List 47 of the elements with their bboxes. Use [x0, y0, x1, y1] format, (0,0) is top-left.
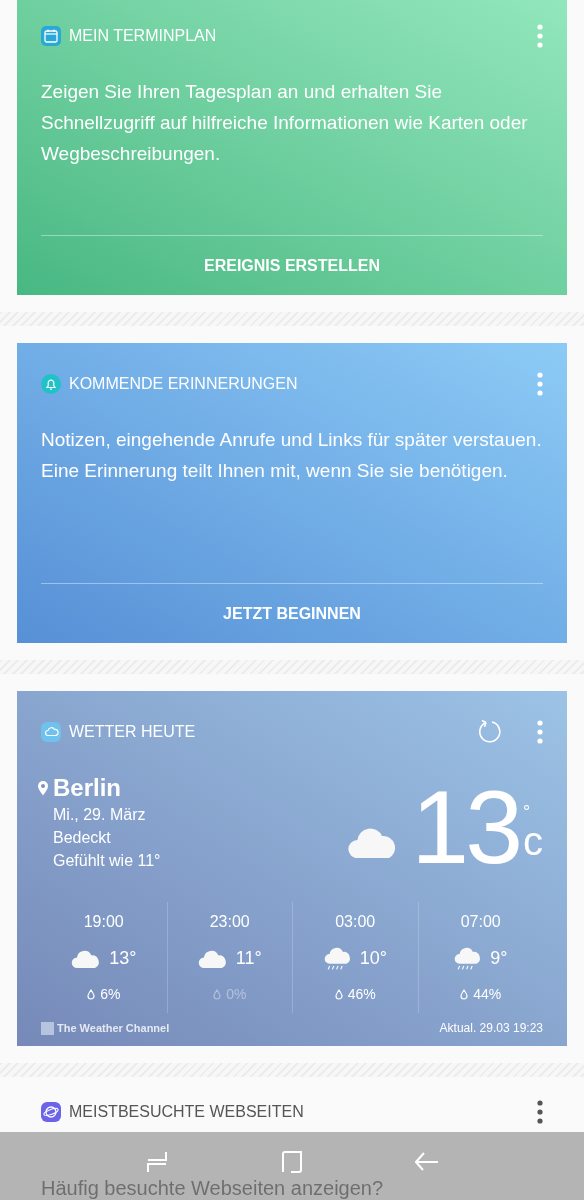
precipitation-value: 44% — [473, 985, 502, 1005]
rain-cloud-icon — [323, 947, 352, 971]
temperature-unit: c — [523, 821, 543, 862]
forecast-temperature: 13° — [109, 947, 137, 971]
precipitation-value: 46% — [347, 985, 376, 1005]
raindrop-icon — [460, 989, 469, 1001]
cloud-icon — [71, 950, 102, 968]
forecast-temperature: 11° — [235, 947, 262, 971]
weather-date: Mi., 29. März — [53, 804, 147, 825]
forecast-time: 23:00 — [209, 911, 250, 932]
bell-icon — [41, 374, 61, 394]
forecast-temperature: 10° — [359, 947, 387, 971]
degree-symbol: ° — [523, 803, 532, 822]
update-time: Aktual. 29.03 19:23 — [439, 1020, 543, 1038]
forecast-time: 19:00 — [83, 911, 124, 932]
browser-app-icon — [41, 1102, 61, 1122]
rain-cloud-icon — [454, 947, 483, 971]
forecast-time: 07:00 — [460, 911, 501, 932]
refresh-icon[interactable] — [477, 718, 503, 745]
card-title: KOMMENDE ERINNERUNGEN — [69, 374, 299, 394]
forecast-temperature: 9° — [490, 947, 508, 971]
current-temperature: 13 — [411, 775, 519, 880]
precipitation-value: 6% — [100, 985, 121, 1005]
calendar-icon — [41, 26, 61, 46]
weather-provider: The Weather Channel — [57, 1020, 170, 1036]
card-title: MEIN TERMINPLAN — [69, 26, 218, 46]
card-title: WETTER HEUTE — [69, 721, 197, 742]
weather-condition: Bedeckt — [53, 827, 112, 848]
forecast-time: 03:00 — [335, 911, 376, 932]
card-description: Notizen, eingehende Anrufe und Links für später verstauen. Eine Erinnerung teilt Ihnen mit, wenn Sie sie benötigen. — [41, 428, 543, 483]
raindrop-icon — [213, 989, 222, 1001]
card-action-button[interactable]: JETZT BEGINNEN — [215, 597, 369, 630]
cloud-icon — [197, 950, 228, 968]
recent-apps-icon[interactable] — [145, 1150, 170, 1174]
raindrop-icon — [334, 989, 343, 1001]
card-title: MEISTBESUCHTE WEBSEITEN — [69, 1102, 305, 1122]
city-name: Berlin — [53, 772, 121, 803]
feels-like-temperature: Gefühlt wie 11° — [53, 850, 161, 871]
card-action-button[interactable]: EREIGNIS ERSTELLEN — [196, 249, 388, 282]
more-options-icon[interactable] — [537, 1100, 543, 1124]
sites-question: Häufig besuchte Webseiten anzeigen? — [41, 1176, 385, 1200]
location-pin-icon — [37, 779, 49, 796]
provider-logo-icon — [41, 1021, 54, 1035]
weather-app-icon — [41, 721, 61, 742]
home-icon[interactable] — [280, 1150, 304, 1174]
raindrop-icon — [87, 989, 96, 1001]
card-description: Zeigen Sie Ihren Tagesplan an und erhalten Sie Schnellzugriff auf hilfreiche Informationen wie Karten oder Wegbeschreibungen. — [41, 80, 529, 166]
